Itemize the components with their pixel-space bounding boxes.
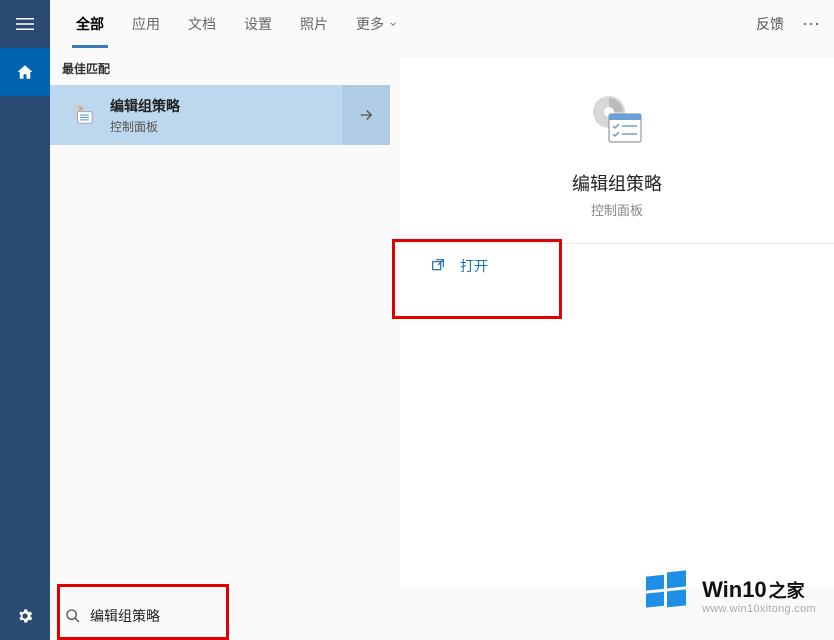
main-area: 全部 应用 文档 设置 照片 更多 反馈 ⋯ 最佳匹配 [50, 0, 834, 640]
watermark-logo-icon [642, 569, 690, 622]
open-action[interactable]: 打开 [400, 244, 834, 288]
left-sidebar [0, 0, 50, 640]
result-subtitle: 控制面板 [110, 118, 342, 135]
watermark-url: www.win10xitong.com [702, 603, 816, 615]
watermark-title: Win10之家 [702, 577, 816, 603]
detail-title: 编辑组策略 [400, 170, 834, 196]
detail-app-icon [400, 88, 834, 152]
home-button[interactable] [0, 48, 50, 96]
hamburger-button[interactable] [0, 0, 50, 48]
more-dots-button[interactable]: ⋯ [802, 15, 820, 33]
tab-documents[interactable]: 文档 [174, 0, 230, 48]
watermark: Win10之家 www.win10xitong.com [642, 569, 816, 622]
open-label: 打开 [460, 256, 488, 276]
tab-settings[interactable]: 设置 [230, 0, 286, 48]
feedback-link[interactable]: 反馈 [756, 14, 784, 34]
result-expand-arrow[interactable] [342, 85, 390, 145]
tab-photos[interactable]: 照片 [286, 0, 342, 48]
tab-more[interactable]: 更多 [342, 0, 412, 48]
open-icon [430, 257, 446, 276]
chevron-down-icon [388, 16, 398, 32]
settings-button[interactable] [0, 592, 50, 640]
gpedit-icon [64, 102, 104, 128]
results-panel: 最佳匹配 编辑组策略 控制面板 [50, 48, 390, 145]
detail-subtitle: 控制面板 [400, 200, 834, 219]
section-best-match: 最佳匹配 [50, 48, 390, 85]
tab-bar: 全部 应用 文档 设置 照片 更多 反馈 ⋯ [50, 0, 834, 48]
search-icon [56, 608, 90, 624]
result-title: 编辑组策略 [110, 96, 342, 116]
tab-apps[interactable]: 应用 [118, 0, 174, 48]
result-item-gpedit[interactable]: 编辑组策略 控制面板 [50, 85, 390, 145]
tab-all[interactable]: 全部 [62, 0, 118, 48]
detail-panel: 编辑组策略 控制面板 打开 [400, 58, 834, 588]
